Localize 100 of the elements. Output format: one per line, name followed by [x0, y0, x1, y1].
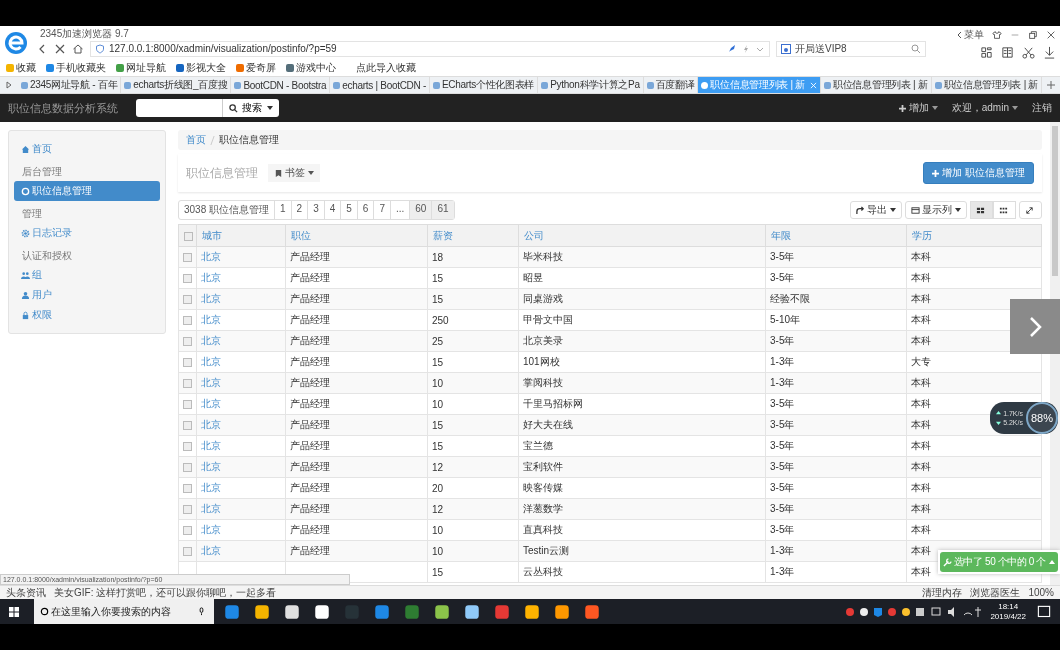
sidebar-item[interactable]: 职位信息管理: [14, 181, 160, 201]
add-button[interactable]: 增加 职位信息管理: [923, 162, 1034, 184]
city-link[interactable]: 北京: [201, 419, 221, 430]
row-checkbox[interactable]: [183, 547, 192, 557]
bookmark-link[interactable]: 爱奇屏: [236, 61, 276, 75]
page-link[interactable]: 2: [290, 201, 308, 219]
clock-time[interactable]: 18:14: [998, 601, 1019, 612]
logout-link[interactable]: 注销: [1032, 101, 1052, 115]
sidebar-item[interactable]: 用户: [14, 285, 160, 305]
restore-icon[interactable]: [1028, 29, 1038, 40]
download-icon[interactable]: [1043, 45, 1056, 59]
close-icon[interactable]: [1046, 29, 1056, 40]
bookmark-link[interactable]: 网址导航: [116, 61, 166, 75]
new-tab-icon[interactable]: [1047, 81, 1056, 89]
row-checkbox[interactable]: [183, 253, 192, 263]
select-all-checkbox[interactable]: [184, 231, 193, 241]
bookmark-link[interactable]: 手机收藏夹: [46, 61, 106, 75]
column-header[interactable]: 学历: [912, 229, 932, 241]
sidebar-item[interactable]: 组: [14, 265, 160, 285]
city-link[interactable]: 北京: [201, 440, 221, 451]
row-checkbox[interactable]: [183, 505, 192, 515]
bookmark-link[interactable]: 点此导入收藏: [346, 61, 416, 75]
bookmark-link[interactable]: 游戏中心: [286, 61, 336, 75]
page-link[interactable]: 1: [274, 201, 291, 219]
page-link[interactable]: 60: [409, 201, 432, 219]
city-link[interactable]: 北京: [201, 398, 221, 409]
news-link[interactable]: 头条资讯: [6, 585, 46, 600]
taskbar-app-icon[interactable]: [283, 602, 301, 621]
city-link[interactable]: 北京: [201, 545, 221, 556]
taskbar-search-field[interactable]: 在这里输入你要搜索的内容: [34, 599, 214, 624]
small-grid-view-button[interactable]: [993, 201, 1016, 219]
news-ticker[interactable]: 美女GIF: 这样打赏吧，还可以跟你聊吧，一起多看: [54, 585, 277, 600]
bookmark-button[interactable]: 书签: [268, 164, 320, 182]
export-button[interactable]: 导出: [850, 201, 902, 219]
browser-tab[interactable]: echarts折线图_百度搜: [121, 77, 232, 93]
taskbar-app-icon[interactable]: [253, 602, 271, 621]
row-checkbox[interactable]: [183, 421, 192, 431]
rocket-icon[interactable]: [727, 43, 737, 54]
row-checkbox[interactable]: [183, 316, 192, 326]
browser-tab[interactable]: 职位信息管理列表 | 新: [931, 77, 1043, 93]
browser-tab[interactable]: Python科学计算之Pa: [538, 77, 644, 93]
row-checkbox[interactable]: [183, 463, 192, 473]
site-brand[interactable]: 职位信息数据分析系统: [8, 100, 118, 116]
browser-tab[interactable]: BootCDN - Bootstra: [231, 77, 331, 93]
taskbar-app-icon[interactable]: [463, 602, 481, 621]
row-checkbox[interactable]: [183, 295, 192, 305]
page-link[interactable]: 61: [431, 201, 454, 219]
page-link[interactable]: 3: [307, 201, 324, 219]
city-link[interactable]: 北京: [201, 293, 221, 304]
taskbar-app-icon[interactable]: [313, 602, 331, 621]
row-checkbox[interactable]: [183, 274, 192, 284]
row-checkbox[interactable]: [183, 337, 192, 347]
sidebar-toggle-icon[interactable]: [5, 81, 13, 89]
large-grid-view-button[interactable]: [970, 201, 993, 219]
search-input[interactable]: 开局送VIP8: [795, 43, 907, 54]
column-header[interactable]: 城市: [202, 229, 222, 241]
city-link[interactable]: 北京: [201, 482, 221, 493]
address-bar[interactable]: 127.0.0.1:8000/xadmin/visualization/postinfo/?p=59: [90, 40, 770, 57]
city-link[interactable]: 北京: [201, 335, 221, 346]
start-icon[interactable]: [8, 605, 20, 618]
bookmark-link[interactable]: 影视大全: [176, 61, 226, 75]
browser-tab[interactable]: 职位信息管理列表 | 新: [821, 77, 932, 93]
browser-tab[interactable]: 2345网址导航 - 百年: [18, 77, 122, 93]
status-item[interactable]: 浏览器医生: [970, 585, 1021, 600]
sidebar-item[interactable]: 日志记录: [14, 223, 160, 243]
sidebar-item[interactable]: 首页: [14, 139, 160, 159]
browser-tab[interactable]: echarts | BootCDN -: [330, 77, 430, 93]
status-item[interactable]: 100%: [1028, 587, 1054, 598]
row-checkbox[interactable]: [183, 442, 192, 452]
city-link[interactable]: 北京: [201, 377, 221, 388]
shirt-icon[interactable]: [992, 29, 1002, 40]
page-link[interactable]: 5: [340, 201, 357, 219]
breadcrumb-link[interactable]: 首页: [186, 133, 206, 147]
page-link[interactable]: 4: [323, 201, 341, 219]
page-link[interactable]: 6: [356, 201, 374, 219]
add-menu[interactable]: 增加: [898, 101, 938, 115]
search-input[interactable]: [136, 99, 222, 117]
city-link[interactable]: 北京: [201, 272, 221, 283]
city-link[interactable]: 北京: [201, 524, 221, 535]
column-header[interactable]: 薪资: [433, 229, 453, 241]
bookmark-link[interactable]: 收藏: [6, 61, 36, 75]
browser-tab[interactable]: ECharts个性化图表样: [429, 77, 539, 93]
taskbar-app-icon[interactable]: [433, 602, 451, 621]
search-field[interactable]: 开局送VIP8: [776, 40, 926, 57]
city-link[interactable]: 北京: [201, 314, 221, 325]
column-header[interactable]: 年限: [771, 229, 791, 241]
sidebar-item[interactable]: 权限: [14, 305, 160, 325]
grid-icon[interactable]: [980, 45, 993, 59]
columns-button[interactable]: 显示列: [905, 201, 967, 219]
taskbar-app-icon[interactable]: [553, 602, 571, 621]
reader-icon[interactable]: [1001, 45, 1014, 59]
search-button[interactable]: 搜索: [222, 99, 279, 117]
row-checkbox[interactable]: [183, 484, 192, 494]
row-checkbox[interactable]: [183, 379, 192, 389]
user-menu[interactable]: 欢迎，admin: [951, 101, 1018, 115]
row-checkbox[interactable]: [183, 358, 192, 368]
status-item[interactable]: 清理内存: [922, 585, 963, 600]
close-icon[interactable]: [54, 42, 66, 55]
page-link[interactable]: 7: [373, 201, 390, 219]
search-icon[interactable]: [911, 43, 921, 54]
